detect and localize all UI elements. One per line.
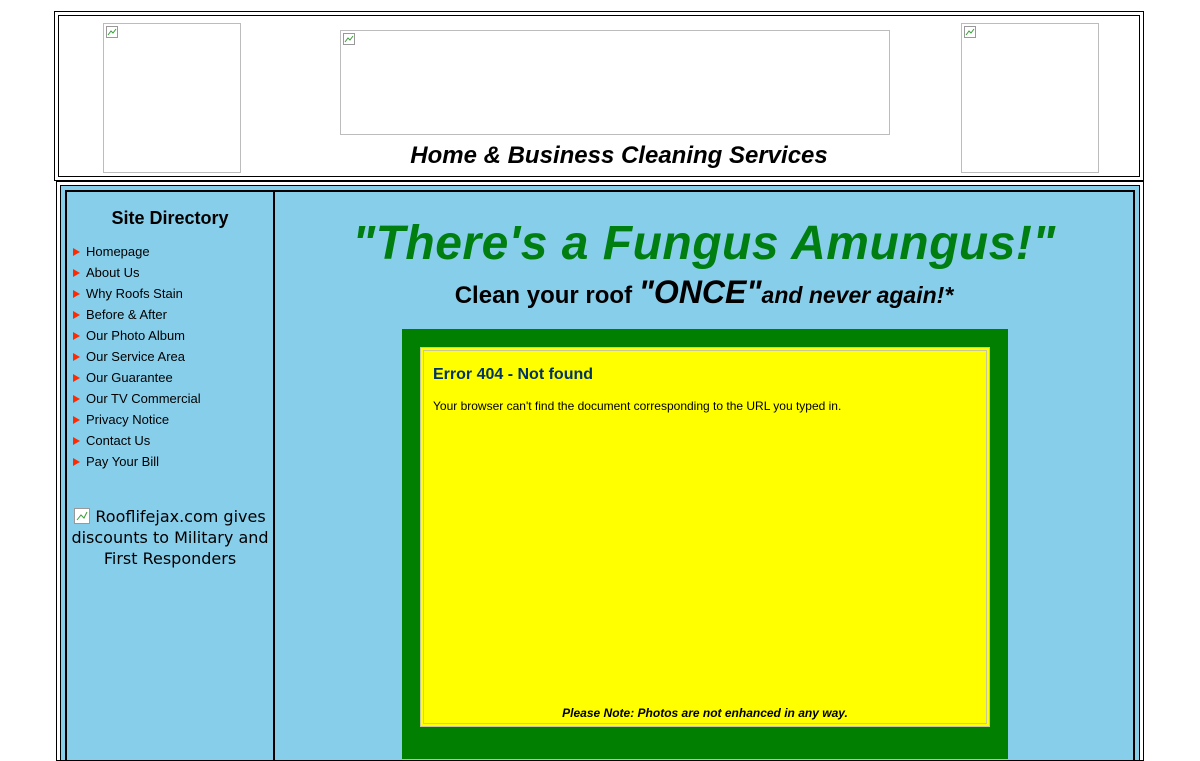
main-frame: Site Directory Homepage About Us Why Roo…	[56, 181, 1144, 761]
main-content-frame: Site Directory Homepage About Us Why Roo…	[65, 190, 1135, 760]
broken-image-icon	[964, 26, 976, 38]
nav-item-label: Before & After	[86, 307, 167, 322]
site-directory-title: Site Directory	[111, 208, 229, 228]
nav-item-pay-your-bill[interactable]: Pay Your Bill	[73, 451, 201, 472]
subline-part-c: and never again!*	[761, 282, 954, 308]
nav-item-label: Our Photo Album	[86, 328, 185, 343]
nav-item-before-after[interactable]: Before & After	[73, 304, 201, 325]
nav-item-about-us[interactable]: About Us	[73, 262, 201, 283]
nav-item-label: Contact Us	[86, 433, 151, 448]
photo-note: Please Note: Photos are not enhanced in …	[562, 706, 848, 720]
nav-item-label: Homepage	[86, 244, 150, 259]
nav-item-guarantee[interactable]: Our Guarantee	[73, 367, 201, 388]
red-arrow-icon	[73, 415, 80, 424]
broken-image-icon	[343, 33, 355, 45]
red-arrow-icon	[73, 289, 80, 298]
nav-item-label: Our TV Commercial	[86, 391, 201, 406]
nav-item-why-roofs-stain[interactable]: Why Roofs Stain	[73, 283, 201, 304]
site-directory-sidebar: Site Directory Homepage About Us Why Roo…	[67, 192, 275, 760]
left-logo-image[interactable]	[103, 23, 241, 173]
red-arrow-icon	[73, 394, 80, 403]
nav-item-label: Why Roofs Stain	[86, 286, 183, 301]
military-discount-image[interactable]: Rooflifejax.com gives discounts to Milit…	[71, 506, 269, 569]
error-title: Error 404 - Not found	[433, 366, 594, 383]
header-inner: Home & Business Cleaning Services	[58, 15, 1140, 177]
red-arrow-icon	[73, 352, 80, 361]
header-tagline: Home & Business Cleaning Services	[410, 142, 828, 169]
nav-item-service-area[interactable]: Our Service Area	[73, 346, 201, 367]
nav-item-photo-album[interactable]: Our Photo Album	[73, 325, 201, 346]
nav-list: Homepage About Us Why Roofs Stain Before…	[73, 241, 201, 472]
error-panel: Error 404 - Not found Your browser can't…	[420, 347, 990, 727]
red-arrow-icon	[73, 373, 80, 382]
military-discount-alt-text: Rooflifejax.com gives discounts to Milit…	[71, 507, 269, 568]
main-background: Site Directory Homepage About Us Why Roo…	[60, 185, 1140, 760]
red-arrow-icon	[73, 268, 80, 277]
header-frame: Home & Business Cleaning Services	[54, 11, 1144, 181]
main-content: "There's a Fungus Amungus!" Clean your r…	[275, 192, 1133, 760]
red-arrow-icon	[73, 247, 80, 256]
subline-once: "ONCE"	[638, 274, 762, 310]
nav-item-label: Our Service Area	[86, 349, 185, 364]
broken-image-icon	[74, 508, 91, 524]
nav-item-privacy-notice[interactable]: Privacy Notice	[73, 409, 201, 430]
red-arrow-icon	[73, 331, 80, 340]
nav-item-label: Our Guarantee	[86, 370, 173, 385]
right-logo-image[interactable]	[961, 23, 1099, 173]
nav-item-label: Pay Your Bill	[86, 454, 159, 469]
nav-item-contact-us[interactable]: Contact Us	[73, 430, 201, 451]
nav-item-homepage[interactable]: Homepage	[73, 241, 201, 262]
fungus-slogan: "There's a Fungus Amungus!"	[352, 217, 1056, 270]
nav-item-label: About Us	[86, 265, 140, 280]
nav-item-label: Privacy Notice	[86, 412, 170, 427]
banner-image[interactable]	[340, 30, 890, 135]
red-arrow-icon	[73, 436, 80, 445]
subline-part-a: Clean your roof	[454, 282, 639, 309]
green-panel: Error 404 - Not found Your browser can't…	[402, 329, 1008, 759]
red-arrow-icon	[73, 310, 80, 319]
error-message: Your browser can't find the document cor…	[433, 399, 842, 413]
red-arrow-icon	[73, 457, 80, 466]
broken-image-icon	[106, 26, 118, 38]
clean-once-subline: Clean your roof "ONCE"and never again!*	[275, 274, 1133, 311]
nav-item-tv-commercial[interactable]: Our TV Commercial	[73, 388, 201, 409]
